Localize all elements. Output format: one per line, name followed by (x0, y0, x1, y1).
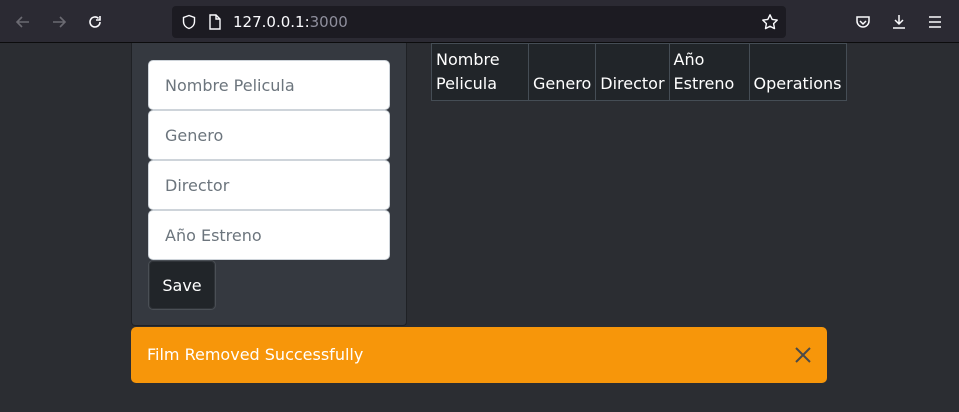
url-bar[interactable]: 127.0.0.1:3000 (172, 6, 786, 38)
films-table: Nombre Pelicula Genero Director Año Estr… (431, 43, 847, 101)
header-nombre-pelicula: Nombre Pelicula (431, 43, 529, 101)
browser-toolbar: 127.0.0.1:3000 (0, 0, 959, 43)
genero-input[interactable] (148, 110, 390, 160)
header-director: Director (595, 43, 670, 101)
director-input[interactable] (148, 160, 390, 210)
ano-estreno-input[interactable] (148, 210, 390, 260)
page-icon (204, 11, 226, 33)
reload-icon[interactable] (84, 11, 106, 33)
success-alert: Film Removed Successfully (131, 327, 827, 383)
nombre-pelicula-input[interactable] (148, 60, 390, 110)
back-arrow-icon[interactable] (12, 11, 34, 33)
url-host: 127.0.0.1: (233, 13, 310, 31)
header-ano-estreno: Año Estreno (668, 43, 750, 101)
downloads-icon[interactable] (888, 11, 910, 33)
shield-icon[interactable] (178, 11, 200, 33)
url-text[interactable]: 127.0.0.1:3000 (233, 13, 348, 31)
header-genero: Genero (527, 43, 597, 101)
pocket-icon[interactable] (852, 11, 874, 33)
page-content: Save Nombre Pelicula Genero Director Año… (0, 43, 959, 412)
menu-hamburger-icon[interactable] (924, 11, 946, 33)
url-port: 3000 (309, 13, 348, 31)
forward-arrow-icon[interactable] (48, 11, 70, 33)
header-row: Nombre Pelicula Genero Director Año Estr… (431, 43, 847, 101)
film-form: Save (131, 43, 407, 326)
films-table-header: Nombre Pelicula Genero Director Año Estr… (431, 43, 847, 101)
close-icon[interactable] (793, 345, 813, 365)
bookmark-star-icon[interactable] (759, 11, 781, 33)
header-operations: Operations (748, 43, 847, 101)
alert-message: Film Removed Successfully (147, 345, 364, 364)
save-button[interactable]: Save (148, 260, 216, 310)
